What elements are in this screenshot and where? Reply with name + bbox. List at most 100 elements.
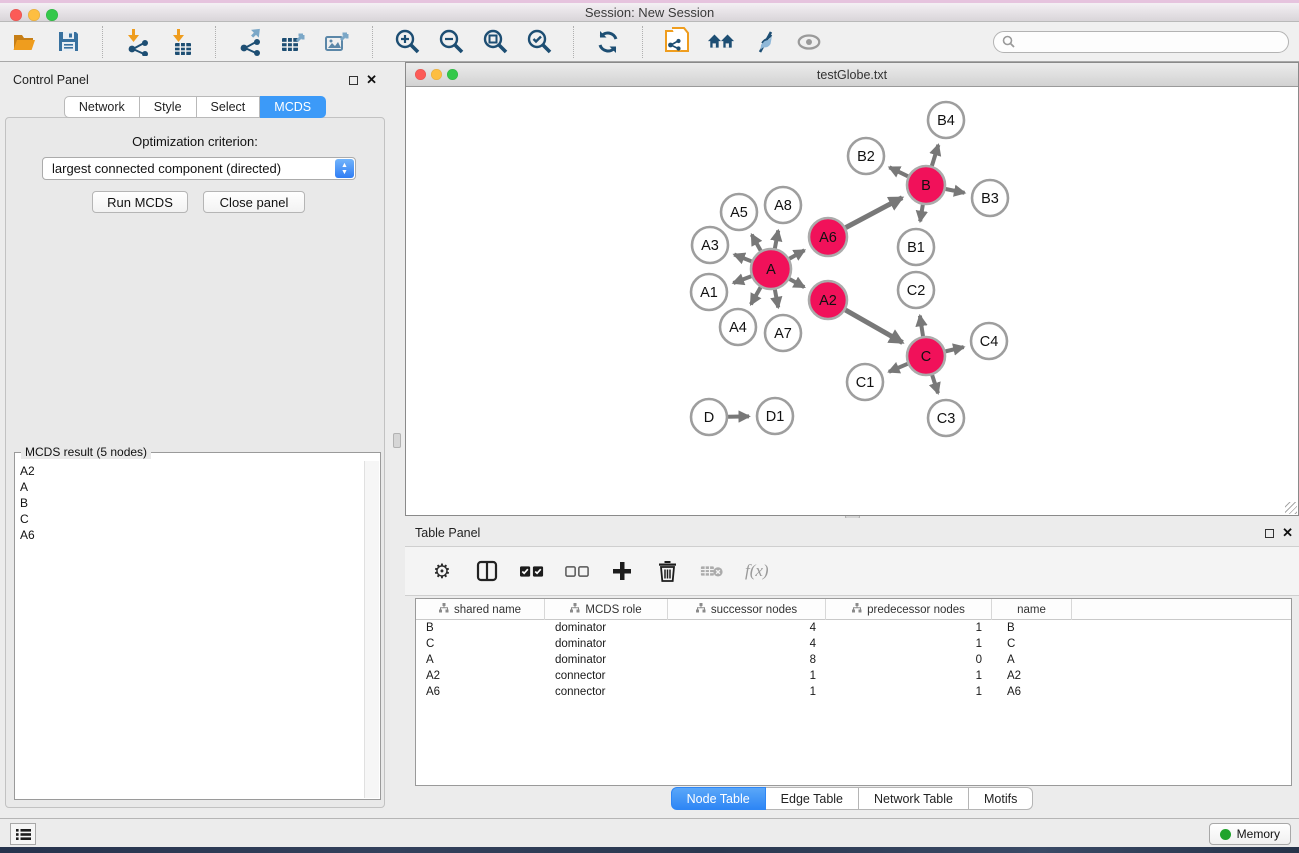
zoom-selected-icon[interactable]	[525, 28, 553, 56]
edge-C-C1[interactable]	[889, 364, 908, 372]
import-table-icon[interactable]	[167, 28, 195, 56]
memory-button[interactable]: Memory	[1209, 823, 1291, 845]
column-header-shared-name[interactable]: shared name	[416, 599, 545, 620]
close-window-button[interactable]	[10, 9, 22, 21]
gear-icon[interactable]: ⚙	[430, 559, 454, 583]
node-A5[interactable]: A5	[721, 194, 757, 230]
close-table-panel-icon[interactable]: ✕	[1282, 528, 1293, 538]
task-history-button[interactable]	[10, 823, 36, 845]
select-all-icon[interactable]	[520, 559, 544, 583]
new-network-from-file-icon[interactable]	[663, 28, 691, 56]
edge-A-A3[interactable]	[734, 255, 751, 262]
edge-A-A8[interactable]	[775, 231, 778, 249]
optimization-criterion-select[interactable]: largest connected component (directed) ▲…	[42, 157, 356, 180]
edge-A-A5[interactable]	[752, 235, 761, 251]
float-table-panel-icon[interactable]	[1265, 529, 1274, 538]
table-row-a2[interactable]: A2connector11A2	[416, 668, 1291, 684]
vertical-splitter-handle[interactable]	[393, 433, 401, 448]
node-C3[interactable]: C3	[928, 400, 964, 436]
edge-B-B2[interactable]	[889, 167, 908, 176]
node-B3[interactable]: B3	[972, 180, 1008, 216]
edge-A2-C[interactable]	[845, 310, 902, 343]
homes-icon[interactable]	[707, 28, 735, 56]
result-item-c[interactable]: C	[20, 511, 361, 527]
export-image-icon[interactable]	[324, 28, 352, 56]
close-panel-icon[interactable]: ✕	[366, 75, 377, 85]
tab-motifs[interactable]: Motifs	[969, 787, 1033, 810]
edge-B-B3[interactable]	[946, 189, 965, 193]
export-table-icon[interactable]	[280, 28, 308, 56]
resize-grip-icon[interactable]	[1285, 502, 1297, 514]
node-A7[interactable]: A7	[765, 315, 801, 351]
edge-A-A1[interactable]	[733, 276, 751, 283]
result-item-a[interactable]: A	[20, 479, 361, 495]
edge-B-B4[interactable]	[932, 145, 938, 166]
node-A6[interactable]: A6	[809, 218, 847, 256]
table-row-a[interactable]: Adominator80A	[416, 652, 1291, 668]
edge-C-C2[interactable]	[920, 316, 923, 337]
network-canvas[interactable]: A A1 A2 A3 A4 A5 A6 A7 A8 B B1 B2 B3 B4 C C1 C2 C3 C4 D D1	[406, 87, 1298, 515]
result-item-a6[interactable]: A6	[20, 527, 361, 543]
table-row-b[interactable]: Bdominator41B	[416, 620, 1291, 636]
edge-C-C3[interactable]	[932, 375, 938, 393]
zoom-out-icon[interactable]	[437, 28, 465, 56]
run-mcds-button[interactable]: Run MCDS	[92, 191, 188, 213]
node-B4[interactable]: B4	[928, 102, 964, 138]
network-close-button[interactable]	[415, 69, 426, 80]
node-C4[interactable]: C4	[971, 323, 1007, 359]
open-folder-icon[interactable]	[10, 28, 38, 56]
zoom-fit-icon[interactable]	[481, 28, 509, 56]
network-zoom-button[interactable]	[447, 69, 458, 80]
zoom-window-button[interactable]	[46, 9, 58, 21]
node-A8[interactable]: A8	[765, 187, 801, 223]
result-item-a2[interactable]: A2	[20, 463, 361, 479]
tab-edge-table[interactable]: Edge Table	[766, 787, 859, 810]
close-panel-button[interactable]: Close panel	[203, 191, 305, 213]
edge-B-B1[interactable]	[920, 205, 923, 222]
node-B[interactable]: B	[907, 166, 945, 204]
eye-icon[interactable]	[795, 28, 823, 56]
network-minimize-button[interactable]	[431, 69, 442, 80]
node-A[interactable]: A	[751, 249, 791, 289]
import-network-icon[interactable]	[123, 28, 151, 56]
tab-select[interactable]: Select	[197, 96, 261, 118]
node-B2[interactable]: B2	[848, 138, 884, 174]
mcds-result-scrollbar[interactable]	[364, 461, 379, 798]
node-C1[interactable]: C1	[847, 364, 883, 400]
edge-A-A6[interactable]	[789, 250, 804, 259]
column-header-mcds-role[interactable]: MCDS role	[545, 599, 668, 620]
tab-network[interactable]: Network	[64, 96, 140, 118]
search-input[interactable]	[993, 31, 1289, 53]
float-panel-icon[interactable]	[349, 76, 358, 85]
node-B1[interactable]: B1	[898, 229, 934, 265]
node-A4[interactable]: A4	[720, 309, 756, 345]
add-column-icon[interactable]	[610, 559, 634, 583]
node-A2[interactable]: A2	[809, 281, 847, 319]
node-A3[interactable]: A3	[692, 227, 728, 263]
delete-column-icon[interactable]	[655, 559, 679, 583]
edge-A-A7[interactable]	[775, 290, 778, 308]
node-D[interactable]: D	[691, 399, 727, 435]
export-network-icon[interactable]	[236, 28, 264, 56]
tab-style[interactable]: Style	[140, 96, 197, 118]
column-selector-icon[interactable]	[475, 559, 499, 583]
tab-mcds[interactable]: MCDS	[260, 96, 326, 118]
node-D1[interactable]: D1	[757, 398, 793, 434]
table-row-c[interactable]: Cdominator41C	[416, 636, 1291, 652]
edge-A-A4[interactable]	[751, 287, 761, 304]
result-item-b[interactable]: B	[20, 495, 361, 511]
edge-C-C4[interactable]	[945, 347, 963, 351]
node-A1[interactable]: A1	[691, 274, 727, 310]
node-C[interactable]: C	[907, 337, 945, 375]
node-C2[interactable]: C2	[898, 272, 934, 308]
refresh-icon[interactable]	[594, 28, 622, 56]
minimize-window-button[interactable]	[28, 9, 40, 21]
edge-A-A2[interactable]	[789, 279, 804, 287]
column-header-successor-nodes[interactable]: successor nodes	[668, 599, 826, 620]
tab-network-table[interactable]: Network Table	[859, 787, 969, 810]
column-header-name[interactable]: name	[992, 599, 1072, 620]
deselect-all-icon[interactable]	[565, 559, 589, 583]
save-icon[interactable]	[54, 28, 82, 56]
tab-node-table[interactable]: Node Table	[671, 787, 766, 810]
column-header-predecessor-nodes[interactable]: predecessor nodes	[826, 599, 992, 620]
